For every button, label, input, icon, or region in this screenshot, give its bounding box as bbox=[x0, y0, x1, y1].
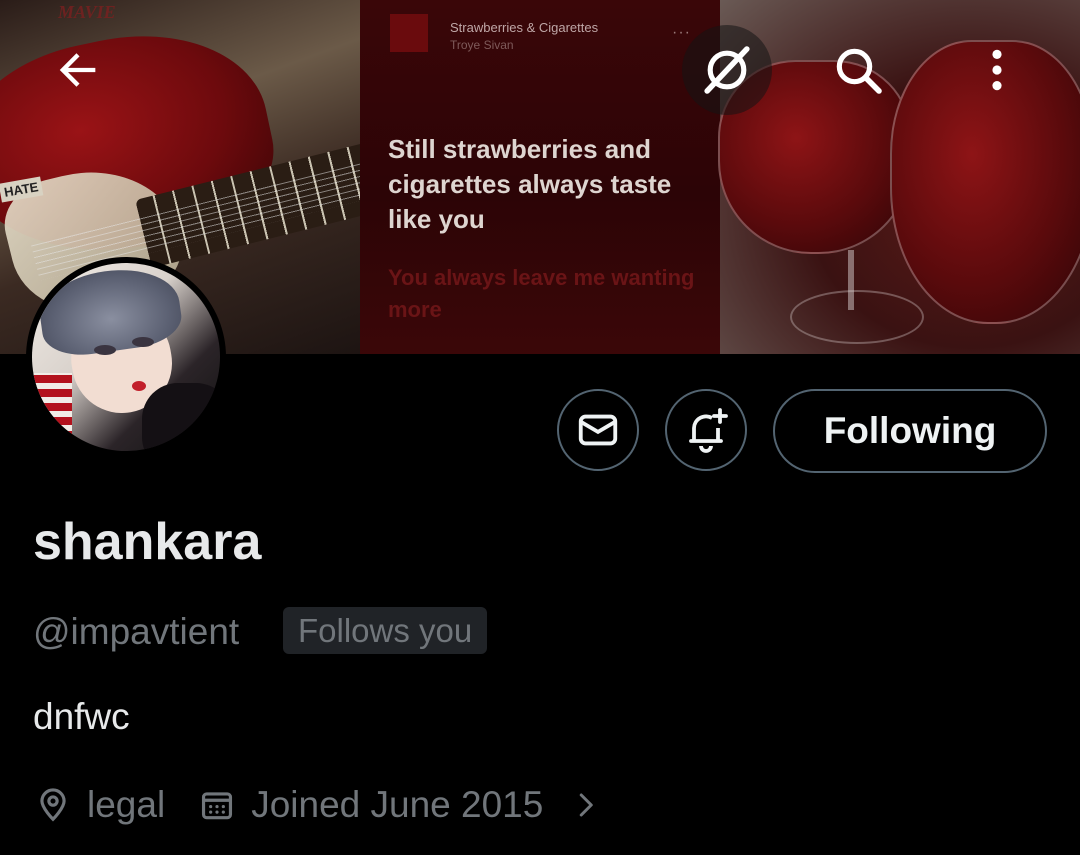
avatar-red-pattern bbox=[32, 373, 72, 451]
avatar-lip bbox=[132, 381, 146, 391]
profile-bio: dnfwc bbox=[33, 696, 130, 737]
avatar-image bbox=[32, 263, 220, 451]
more-vertical-icon bbox=[992, 49, 1002, 91]
search-icon bbox=[836, 48, 882, 94]
lyric-current-line: Still strawberries and cigarettes always… bbox=[388, 134, 672, 234]
message-button[interactable] bbox=[557, 389, 639, 471]
display-name: shankara bbox=[33, 513, 262, 571]
user-handle: @impavtient bbox=[33, 611, 240, 652]
profile-page: HATE MAVIE Strawberries & Cigarettes Tro… bbox=[0, 0, 1080, 855]
song-artwork bbox=[390, 14, 428, 52]
calendar-icon bbox=[197, 785, 237, 825]
chevron-right-icon[interactable] bbox=[565, 785, 605, 825]
song-title: Strawberries & Cigarettes bbox=[450, 20, 599, 35]
location-pin-icon bbox=[33, 785, 73, 825]
notify-button[interactable] bbox=[665, 389, 747, 471]
avatar-eye-right bbox=[132, 337, 154, 347]
song-menu-icon: ··· bbox=[672, 24, 691, 41]
back-arrow-icon bbox=[59, 53, 96, 87]
follows-you-badge: Follows you bbox=[283, 607, 488, 654]
following-button[interactable]: Following bbox=[773, 389, 1047, 473]
more-options-button[interactable] bbox=[952, 25, 1042, 115]
back-button[interactable] bbox=[33, 25, 123, 115]
profile-location: legal bbox=[87, 784, 166, 825]
grok-icon bbox=[704, 46, 750, 94]
song-artist: Troye Sivan bbox=[450, 38, 514, 52]
banner-tag-text: MAVIE bbox=[58, 2, 116, 22]
avatar-eye-left bbox=[94, 345, 116, 355]
grok-button[interactable] bbox=[682, 25, 772, 115]
profile-avatar[interactable] bbox=[26, 257, 226, 457]
lyric-next-line: You always leave me wanting more bbox=[388, 265, 695, 322]
bell-plus-icon bbox=[689, 408, 728, 453]
avatar-dark-shape bbox=[142, 383, 220, 451]
envelope-icon bbox=[578, 414, 618, 446]
search-button[interactable] bbox=[813, 25, 903, 115]
profile-meta-row: legal Joined June 2015 bbox=[33, 780, 605, 830]
joined-date: Joined June 2015 bbox=[251, 784, 544, 825]
wine-glass-base bbox=[790, 290, 924, 344]
